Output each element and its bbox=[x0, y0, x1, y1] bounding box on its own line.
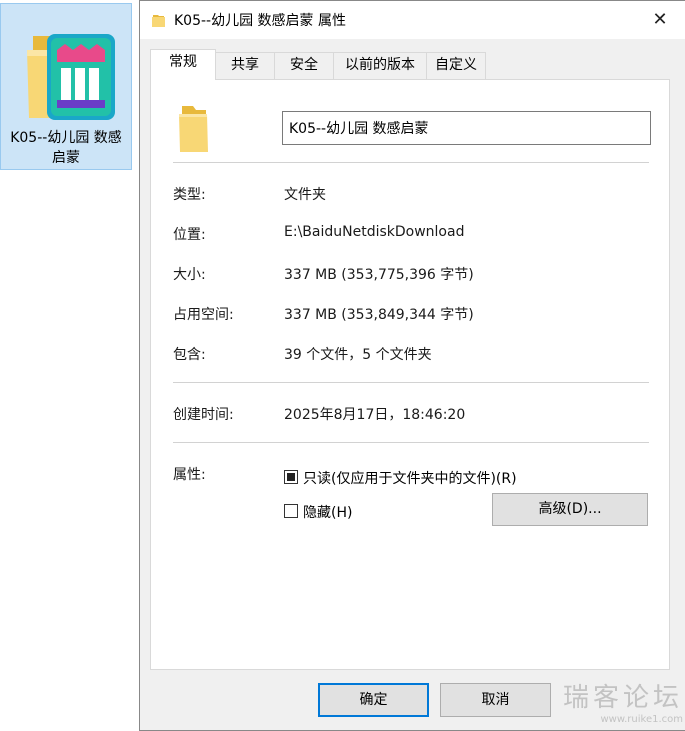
folder-icon bbox=[179, 106, 208, 152]
divider bbox=[173, 442, 649, 443]
readonly-label[interactable]: 只读(仅应用于文件夹中的文件)(R) bbox=[303, 468, 517, 488]
type-label: 类型: bbox=[173, 187, 206, 203]
readonly-checkbox[interactable] bbox=[284, 470, 298, 484]
location-value: E:\BaiduNetdiskDownload bbox=[284, 224, 465, 240]
location-label: 位置: bbox=[173, 227, 206, 243]
ok-button[interactable]: 确定 bbox=[318, 683, 429, 717]
folder-icon bbox=[152, 15, 165, 27]
dialog-title: K05--幼儿园 数感启蒙 属性 bbox=[174, 13, 346, 29]
created-label: 创建时间: bbox=[173, 407, 234, 423]
desktop-folder-label: K05--幼儿园 数感启蒙 bbox=[10, 130, 122, 166]
tab-customize[interactable]: 自定义 bbox=[426, 52, 486, 79]
close-button[interactable]: ✕ bbox=[647, 7, 673, 33]
desktop-folder-item[interactable]: K05--幼儿园 数感启蒙 bbox=[0, 3, 132, 170]
size-value: 337 MB (353,775,396 字节) bbox=[284, 267, 474, 283]
properties-dialog: K05--幼儿园 数感启蒙 属性 ✕ 常规 共享 安全 以前的版本 自定义 类型… bbox=[139, 0, 685, 731]
size-label: 大小: bbox=[173, 267, 206, 283]
tab-previous-versions[interactable]: 以前的版本 bbox=[333, 52, 427, 79]
contains-label: 包含: bbox=[173, 347, 206, 363]
tab-sharing[interactable]: 共享 bbox=[215, 52, 275, 79]
contains-value: 39 个文件，5 个文件夹 bbox=[284, 347, 432, 363]
cancel-button[interactable]: 取消 bbox=[440, 683, 551, 717]
tab-security[interactable]: 安全 bbox=[274, 52, 334, 79]
type-value: 文件夹 bbox=[284, 187, 326, 203]
close-icon: ✕ bbox=[652, 9, 668, 30]
general-panel: 类型: 文件夹 位置: E:\BaiduNetdiskDownload 大小: … bbox=[150, 79, 670, 670]
disk-size-value: 337 MB (353,849,344 字节) bbox=[284, 307, 474, 323]
title-bar[interactable]: K05--幼儿园 数感启蒙 属性 ✕ bbox=[140, 1, 685, 39]
folder-icon bbox=[27, 34, 115, 120]
divider bbox=[173, 382, 649, 383]
hidden-checkbox[interactable] bbox=[284, 504, 298, 518]
folder-name-input[interactable] bbox=[282, 111, 651, 145]
created-value: 2025年8月17日，18:46:20 bbox=[284, 407, 466, 423]
hidden-label[interactable]: 隐藏(H) bbox=[303, 502, 352, 522]
attributes-label: 属性: bbox=[173, 467, 206, 483]
disk-size-label: 占用空间: bbox=[173, 307, 234, 323]
tab-general[interactable]: 常规 bbox=[150, 49, 216, 80]
divider bbox=[173, 162, 649, 163]
advanced-button[interactable]: 高级(D)... bbox=[492, 493, 648, 526]
